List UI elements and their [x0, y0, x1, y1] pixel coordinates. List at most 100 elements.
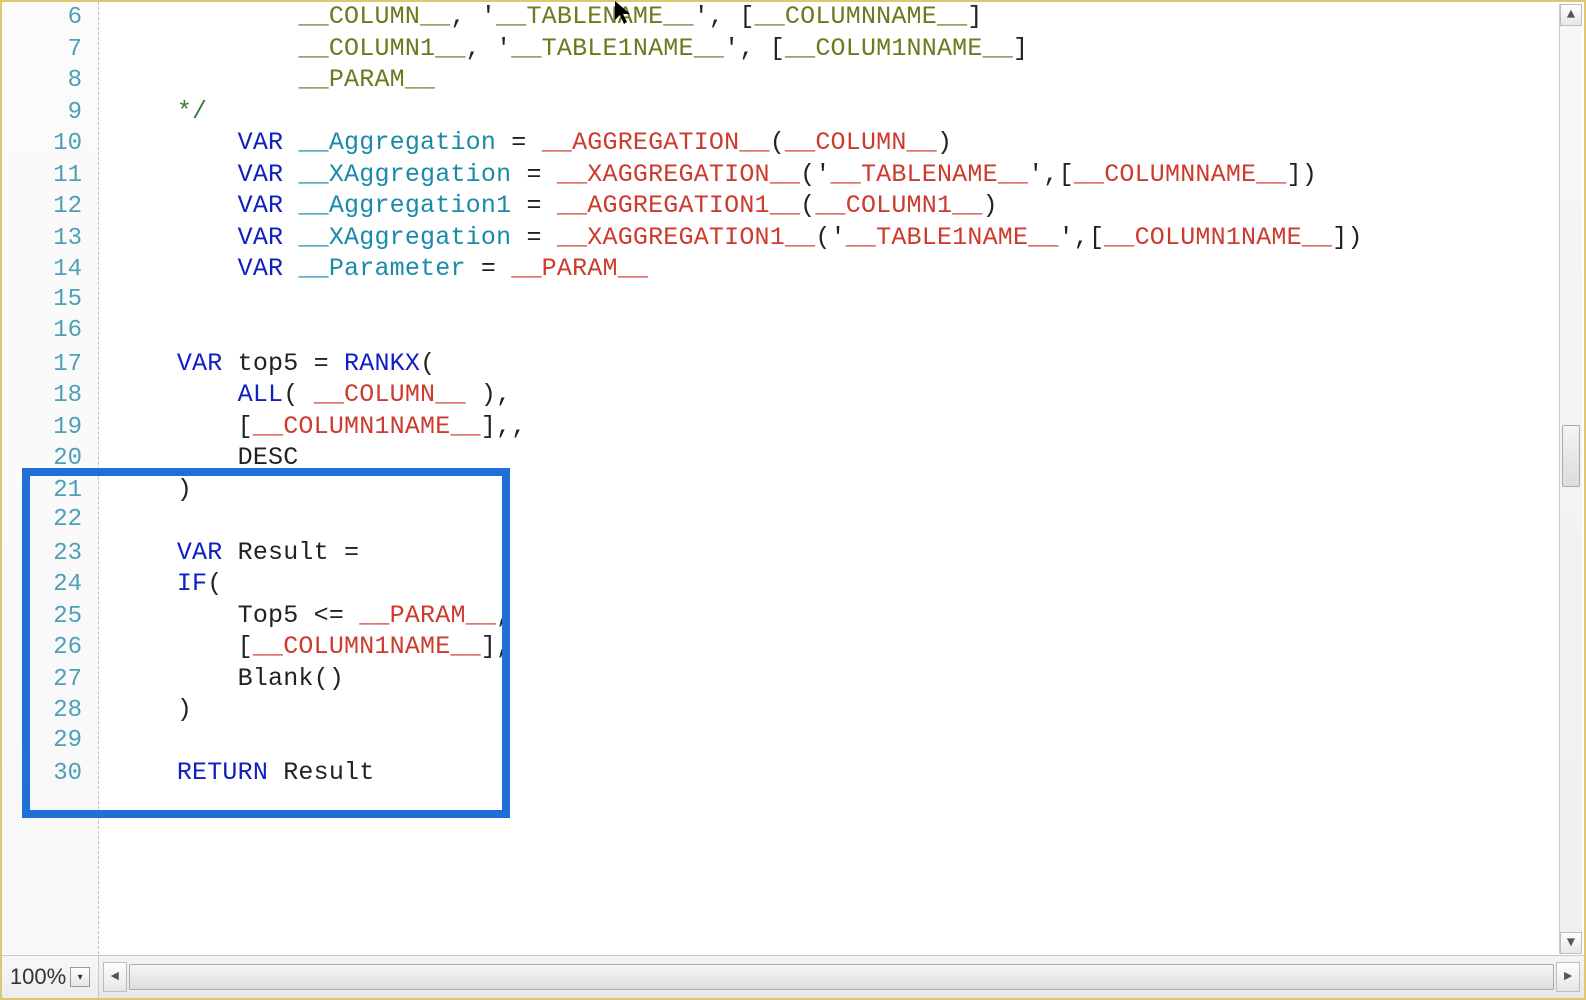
code-text[interactable]: VAR __Aggregation1 = __AGGREGATION1__(__…	[88, 191, 998, 220]
token: __COLUMN1NAME__	[1104, 223, 1332, 252]
line-number: 17	[2, 351, 88, 378]
code-line[interactable]: 19 [__COLUMN1NAME__],,	[2, 412, 1558, 444]
scroll-right-arrow-icon[interactable]: ►	[1556, 962, 1580, 992]
code-line[interactable]: 18 ALL( __COLUMN__ ),	[2, 380, 1558, 412]
code-text[interactable]: DESC	[88, 443, 298, 472]
code-text[interactable]: VAR top5 = RANKX(	[88, 349, 435, 378]
vertical-scroll-thumb[interactable]	[1562, 425, 1580, 487]
line-number: 27	[2, 666, 88, 693]
token: VAR	[238, 254, 284, 283]
token: ])	[1287, 160, 1317, 189]
line-number: 23	[2, 540, 88, 567]
code-text[interactable]: __COLUMN1__, '__TABLE1NAME__', [__COLUM1…	[88, 34, 1028, 63]
code-text[interactable]: VAR __XAggregation = __XAGGREGATION__('_…	[88, 160, 1317, 189]
code-line[interactable]: 25 Top5 <= __PARAM__,	[2, 601, 1558, 633]
token: __AGGREGATION__	[542, 128, 770, 157]
code-line[interactable]: 6 __COLUMN__, '__TABLENAME__', [__COLUMN…	[2, 2, 1558, 34]
token: , '	[466, 34, 512, 63]
token: __COLUMN__	[785, 128, 937, 157]
scroll-left-arrow-icon[interactable]: ◄	[103, 962, 127, 992]
token: VAR	[238, 128, 284, 157]
code-line[interactable]: 24 IF(	[2, 569, 1558, 601]
code-text[interactable]: Blank()	[88, 664, 344, 693]
token: (	[800, 191, 815, 220]
line-number: 28	[2, 697, 88, 724]
token: __TABLENAME__	[496, 2, 694, 28]
scroll-up-arrow-icon[interactable]: ▲	[1560, 4, 1582, 26]
code-text[interactable]: VAR __Aggregation = __AGGREGATION__(__CO…	[88, 128, 952, 157]
token: __PARAM__	[298, 65, 435, 94]
code-line[interactable]: 14 VAR __Parameter = __PARAM__	[2, 254, 1558, 286]
code-text[interactable]: Top5 <= __PARAM__,	[88, 601, 511, 630]
token: __XAGGREGATION1__	[557, 223, 815, 252]
token: ('	[815, 223, 845, 252]
token: ]	[967, 2, 982, 28]
token	[283, 254, 298, 283]
code-text[interactable]: VAR __XAggregation = __XAGGREGATION1__('…	[88, 223, 1363, 252]
zoom-control[interactable]: 100% ▾	[2, 956, 99, 998]
code-line[interactable]: 12 VAR __Aggregation1 = __AGGREGATION1__…	[2, 191, 1558, 223]
line-number: 8	[2, 67, 88, 94]
code-text[interactable]: VAR __Parameter = __PARAM__	[88, 254, 648, 283]
token	[283, 223, 298, 252]
line-number: 10	[2, 130, 88, 157]
code-line[interactable]: 8 __PARAM__	[2, 65, 1558, 97]
scroll-down-arrow-icon[interactable]: ▼	[1560, 932, 1582, 954]
code-line[interactable]: 16	[2, 317, 1558, 349]
code-text[interactable]: __PARAM__	[88, 65, 435, 94]
line-number: 22	[2, 506, 88, 533]
code-line[interactable]: 23 VAR Result =	[2, 538, 1558, 570]
zoom-dropdown-icon[interactable]: ▾	[70, 967, 90, 987]
code-text[interactable]: ALL( __COLUMN__ ),	[88, 380, 511, 409]
token: (	[770, 128, 785, 157]
code-line[interactable]: 15	[2, 286, 1558, 318]
code-line[interactable]: 10 VAR __Aggregation = __AGGREGATION__(_…	[2, 128, 1558, 160]
code-line[interactable]: 28 )	[2, 695, 1558, 727]
line-number: 21	[2, 477, 88, 504]
token: ],	[481, 632, 511, 661]
token: __Aggregation	[298, 128, 496, 157]
code-body[interactable]: 6 __COLUMN__, '__TABLENAME__', [__COLUMN…	[2, 2, 1558, 790]
vertical-scroll-track[interactable]	[1560, 26, 1582, 932]
token: __COLUMNNAME__	[755, 2, 968, 28]
code-line[interactable]: 9 */	[2, 97, 1558, 129]
token: [	[238, 412, 253, 441]
token: __TABLE1NAME__	[846, 223, 1059, 252]
token: __TABLE1NAME__	[511, 34, 724, 63]
vertical-scrollbar[interactable]: ▲ ▼	[1559, 4, 1582, 954]
code-line[interactable]: 21 )	[2, 475, 1558, 507]
code-line[interactable]: 17 VAR top5 = RANKX(	[2, 349, 1558, 381]
line-number: 24	[2, 571, 88, 598]
editor-window: 6 __COLUMN__, '__TABLENAME__', [__COLUMN…	[0, 0, 1586, 1000]
code-text[interactable]: RETURN Result	[88, 758, 374, 787]
code-text[interactable]: [__COLUMN1NAME__],,	[88, 412, 526, 441]
code-line[interactable]: 11 VAR __XAggregation = __XAGGREGATION__…	[2, 160, 1558, 192]
code-line[interactable]: 7 __COLUMN1__, '__TABLE1NAME__', [__COLU…	[2, 34, 1558, 66]
code-line[interactable]: 27 Blank()	[2, 664, 1558, 696]
code-line[interactable]: 22	[2, 506, 1558, 538]
horizontal-scrollbar[interactable]: ◄ ►	[99, 956, 1584, 998]
code-text[interactable]: IF(	[88, 569, 222, 598]
code-text[interactable]: VAR Result =	[88, 538, 359, 567]
code-line[interactable]: 13 VAR __XAggregation = __XAGGREGATION1_…	[2, 223, 1558, 255]
code-text[interactable]: __COLUMN__, '__TABLENAME__', [__COLUMNNA…	[88, 2, 983, 28]
token: VAR	[177, 349, 223, 378]
code-text[interactable]: )	[88, 475, 192, 504]
code-line[interactable]: 26 [__COLUMN1NAME__],	[2, 632, 1558, 664]
code-text[interactable]: */	[88, 97, 207, 126]
line-number: 7	[2, 36, 88, 63]
code-text[interactable]: [__COLUMN1NAME__],	[88, 632, 511, 661]
code-editor[interactable]: 6 __COLUMN__, '__TABLENAME__', [__COLUMN…	[2, 2, 1558, 954]
code-line[interactable]: 30 RETURN Result	[2, 758, 1558, 790]
token: ,	[496, 601, 511, 630]
horizontal-scroll-thumb[interactable]	[129, 964, 1554, 990]
token: )	[177, 695, 192, 724]
code-line[interactable]: 29	[2, 727, 1558, 759]
code-text[interactable]: )	[88, 695, 192, 724]
token: (	[283, 380, 313, 409]
code-line[interactable]: 20 DESC	[2, 443, 1558, 475]
token: __COLUMN__	[298, 2, 450, 28]
token: ALL	[238, 380, 284, 409]
token: [	[238, 632, 253, 661]
line-number: 20	[2, 445, 88, 472]
